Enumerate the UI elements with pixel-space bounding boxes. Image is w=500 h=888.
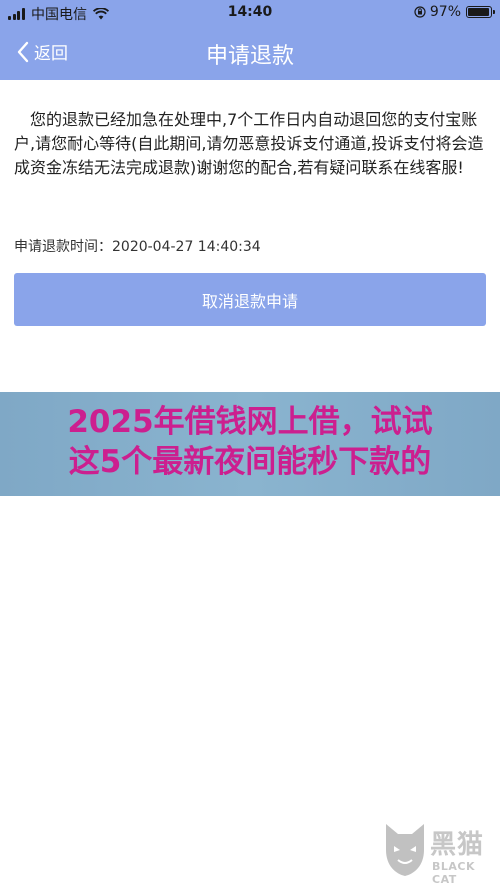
banner-line-2: 这5个最新夜间能秒下款的 (68, 444, 432, 480)
rotation-lock-icon (414, 6, 426, 18)
banner-text: 2025年借钱网上借，试试 这5个最新夜间能秒下款的 (0, 402, 500, 482)
black-cat-watermark: 黑猫 BLACK CAT (380, 816, 492, 886)
cancel-refund-button[interactable]: 取消退款申请 (14, 273, 486, 326)
nav-bar: 返回 申请退款 (0, 26, 500, 80)
refund-time-label: 申请退款时间： (14, 239, 112, 255)
watermark-en: BLACK CAT (432, 860, 476, 886)
status-right: 97% (414, 4, 495, 20)
page-title: 申请退款 (205, 44, 294, 69)
refund-time-row: 申请退款时间：2020-04-27 14:40:34 (14, 236, 261, 256)
battery-percent: 97% (429, 4, 461, 20)
battery-icon (466, 6, 495, 18)
black-cat-logo-icon (386, 824, 424, 876)
watermark-cn: 黑猫 (430, 830, 485, 860)
refund-time-value: 2020-04-27 14:40:34 (112, 239, 261, 255)
app-header: 中国电信 14:40 97% 返回 申请退款 (0, 0, 500, 80)
battery-fill (468, 8, 490, 16)
banner-line-1: 2025年借钱网上借，试试 (67, 404, 433, 440)
ad-banner[interactable]: 2025年借钱网上借，试试 这5个最新夜间能秒下款的 (0, 392, 500, 496)
status-bar: 中国电信 14:40 97% (0, 0, 500, 26)
refund-message: 您的退款已经加急在处理中,7个工作日内自动退回您的支付宝账户,请您耐心等待(自此… (14, 110, 484, 177)
